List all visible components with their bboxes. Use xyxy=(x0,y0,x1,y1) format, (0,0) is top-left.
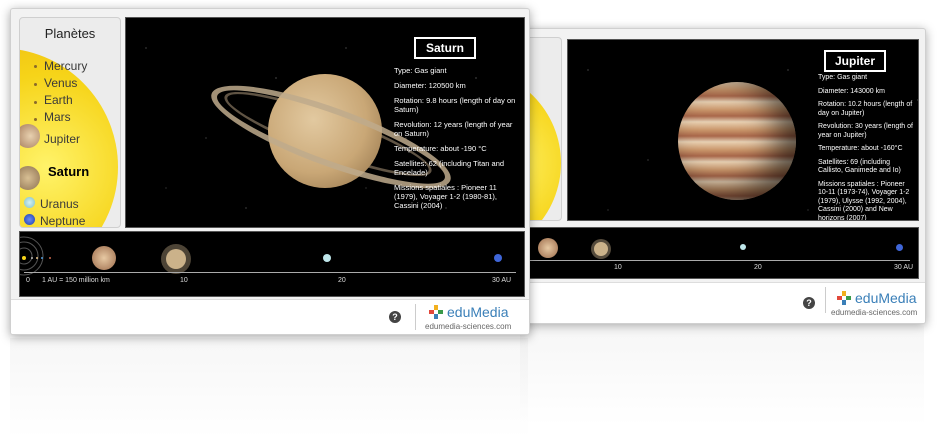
help-button[interactable]: ? xyxy=(803,297,815,309)
saturn-marker[interactable] xyxy=(594,242,608,256)
tick-30: 30 AU xyxy=(492,277,512,284)
jupiter-card: Jupiter Type: Gas giant Diameter: 143000… xyxy=(520,28,926,324)
mars-marker[interactable] xyxy=(49,257,51,259)
neptune-marker[interactable] xyxy=(494,254,502,262)
tick-20: 20 xyxy=(338,277,346,284)
scale-axis xyxy=(24,272,516,273)
footer-divider xyxy=(825,287,826,313)
venus-marker[interactable] xyxy=(36,257,38,259)
earth-dot xyxy=(34,101,37,104)
venus-dot xyxy=(34,83,37,86)
distance-scale: 0 1 AU = 150 million km 10 20 30 AU xyxy=(19,231,525,297)
saturn-marker[interactable] xyxy=(166,249,186,269)
tick-20: 20 xyxy=(754,264,762,271)
jupiter-marker[interactable] xyxy=(92,246,116,270)
planet-name-label: Saturn xyxy=(414,37,476,59)
planet-list-item-mercury[interactable]: Mercury xyxy=(44,59,87,73)
planet-list-item-jupiter[interactable]: Jupiter xyxy=(44,132,80,146)
info-temperature: Temperature: about -190 °C xyxy=(394,144,487,153)
sun-marker xyxy=(22,256,26,260)
brand-url[interactable]: edumedia-sciences.com xyxy=(831,308,917,317)
tick-10: 10 xyxy=(180,277,188,284)
info-rotation: Rotation: 9.8 hours (length of day on Sa… xyxy=(394,96,516,114)
footer-divider xyxy=(415,304,416,330)
planet-list-item-neptune[interactable]: Neptune xyxy=(40,214,85,227)
planet-view: Jupiter Type: Gas giant Diameter: 143000… xyxy=(567,39,919,221)
help-button[interactable]: ? xyxy=(389,311,401,323)
uranus-icon xyxy=(24,197,35,208)
info-type: Type: Gas giant xyxy=(394,66,447,75)
brand-name: eduMedia xyxy=(447,304,509,320)
uranus-marker[interactable] xyxy=(323,254,331,262)
info-type: Type: Gas giant xyxy=(818,74,868,81)
edumedia-logo-icon xyxy=(837,291,851,305)
saturn-card: Planètes Mercury Venus Earth Mars Jupite… xyxy=(10,8,530,335)
footer: ? eduMedia edumedia-sciences.com xyxy=(11,299,529,334)
planet-info: Type: Gas giant Diameter: 143000 km Rota… xyxy=(818,74,914,221)
planet-list-item-saturn[interactable]: Saturn xyxy=(48,164,89,179)
mercury-dot xyxy=(34,65,37,68)
front-card-reflection xyxy=(10,338,528,438)
mercury-marker[interactable] xyxy=(31,257,33,259)
planet-list-item-earth[interactable]: Earth xyxy=(44,93,73,107)
uranus-marker[interactable] xyxy=(740,244,746,250)
scale-note: 1 AU = 150 million km xyxy=(42,277,110,284)
info-diameter: Diameter: 143000 km xyxy=(818,87,885,95)
brand-name: eduMedia xyxy=(855,290,917,306)
mars-dot xyxy=(34,118,37,121)
jupiter-marker[interactable] xyxy=(538,238,558,258)
tick-30: 30 AU xyxy=(894,264,914,271)
jupiter-graphic xyxy=(678,82,796,200)
neptune-marker[interactable] xyxy=(896,244,903,251)
info-missions: Missions spatiales : Pioneer 11 (1979), … xyxy=(394,183,497,210)
planet-name-label: Jupiter xyxy=(824,50,886,72)
info-diameter: Diameter: 120500 km xyxy=(394,81,466,90)
info-revolution: Revolution: 12 years (length of year on … xyxy=(394,120,513,138)
brand-url[interactable]: edumedia-sciences.com xyxy=(425,322,511,331)
planet-view: Saturn Type: Gas giant Diameter: 120500 … xyxy=(125,17,525,228)
tick-0: 0 xyxy=(26,277,30,284)
info-missions: Missions spatiales : Pioneer 10-11 (1973… xyxy=(818,180,910,221)
earth-marker[interactable] xyxy=(41,257,43,259)
info-satellites: Satellites: 69 (including Callisto, Gani… xyxy=(818,158,901,175)
info-revolution: Revolution: 30 years (length of year on … xyxy=(818,123,913,139)
planet-info: Type: Gas giant Diameter: 120500 km Rota… xyxy=(394,66,518,216)
edumedia-logo-icon xyxy=(429,305,443,319)
neptune-icon xyxy=(24,214,35,225)
distance-scale: 10 20 30 AU xyxy=(521,227,919,279)
info-satellites: Satellites: 62 (including Titan and Ence… xyxy=(394,159,505,177)
back-card-reflection xyxy=(520,326,924,426)
planet-list-item-venus[interactable]: Venus xyxy=(44,76,77,90)
planet-list-panel: Planètes Mercury Venus Earth Mars Jupite… xyxy=(19,17,121,228)
footer: ? eduMedia edumedia-sciences.com xyxy=(521,282,925,323)
info-temperature: Temperature: about -160°C xyxy=(818,145,903,152)
planet-list-item-uranus[interactable]: Uranus xyxy=(40,197,79,211)
scale-axis xyxy=(522,260,910,261)
tick-10: 10 xyxy=(614,264,622,271)
planet-list-item-mars[interactable]: Mars xyxy=(44,110,71,124)
info-rotation: Rotation: 10.2 hours (length of day on J… xyxy=(818,101,913,117)
panel-title: Planètes xyxy=(44,26,96,41)
